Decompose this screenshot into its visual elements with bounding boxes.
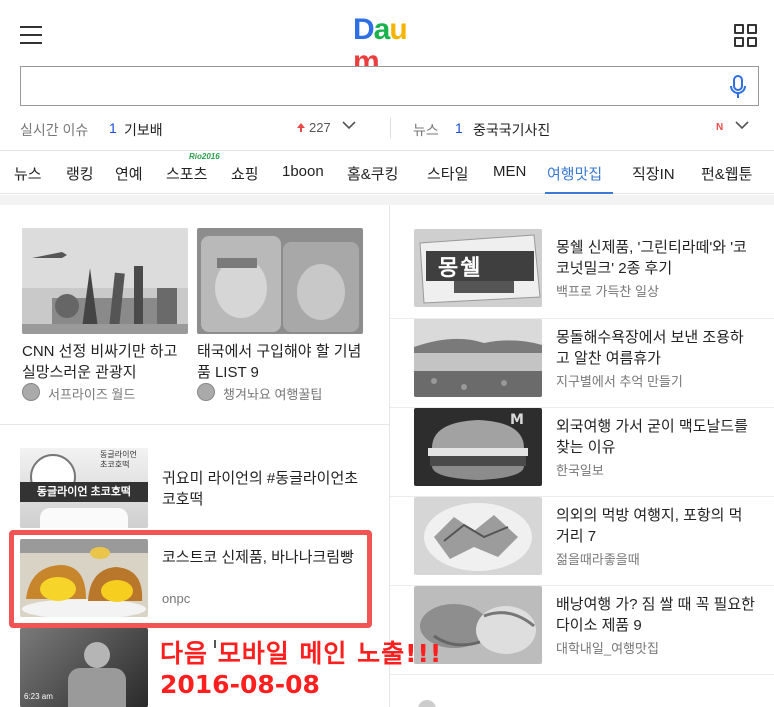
- article-title: 태국에서 구입해야 할 기념품 LIST 9: [197, 343, 362, 381]
- tab-fun-webtoon[interactable]: 펀&웹툰: [701, 163, 752, 184]
- tab-travel-food[interactable]: 여행맛집: [547, 163, 602, 184]
- realtime-keyword[interactable]: 기보배: [124, 120, 163, 140]
- article-source: 백프로 가득찬 일상: [556, 284, 659, 299]
- article-source: 젊을때라좋을때: [556, 552, 640, 567]
- article-title: 귀요미 라이언의 #동글라이언초코호떡: [162, 470, 359, 508]
- article-thumbnail: 동글라이언 초코호떡 동글라이언 초코호떡: [20, 448, 148, 528]
- article-source: 한국일보: [556, 463, 604, 478]
- thumb-text: 몽쉘: [438, 255, 483, 280]
- tab-men[interactable]: MEN: [493, 163, 526, 180]
- list-item[interactable]: 몽쉘 몽쉘 신제품, '그린티라떼'와 '코코넛밀크' 2종 후기 백프로 가득…: [390, 229, 774, 319]
- tab-1boon[interactable]: 1boon: [282, 163, 324, 180]
- microphone-icon[interactable]: [728, 75, 748, 99]
- section-separator: [0, 195, 774, 205]
- service-grid-icon[interactable]: [734, 24, 758, 48]
- tab-news[interactable]: 뉴스: [14, 163, 42, 184]
- article-title: 외국여행 가서 굳이 맥도날드를 찾는 이유: [556, 418, 748, 456]
- news-keyword[interactable]: 중국국기사진: [473, 120, 550, 140]
- list-item[interactable]: 6:23 am: [20, 628, 148, 707]
- avatar: [22, 383, 40, 401]
- right-column: 몽쉘 몽쉘 신제품, '그린티라떼'와 '코코넛밀크' 2종 후기 백프로 가득…: [390, 205, 774, 707]
- logo-letter-d: D: [353, 13, 375, 46]
- list-item[interactable]: 의외의 먹방 여행지, 포항의 먹거리 7 젊을때라좋을때: [390, 497, 774, 586]
- daum-logo[interactable]: Daum: [353, 13, 428, 78]
- chevron-down-icon[interactable]: [342, 118, 356, 132]
- article-source: 챙겨놔요 여행꿀팁: [223, 387, 323, 402]
- tab-home-cooking[interactable]: 홈&쿠킹: [347, 163, 398, 184]
- tab-shopping[interactable]: 쇼핑: [231, 163, 259, 184]
- avatar: [197, 383, 215, 401]
- article-title: 의외의 먹방 여행지, 포항의 먹거리 7: [556, 507, 743, 545]
- trend-divider: [390, 118, 391, 138]
- annotation-date: 2016-08-08: [160, 670, 320, 699]
- rank-up-arrow-icon: [297, 123, 305, 132]
- logo-letter-a: a: [373, 13, 391, 46]
- list-item[interactable]: 배낭여행 가? 짐 쌀 때 꼭 필요한 다이소 제품 9 대학내일_여행맛집: [390, 586, 774, 675]
- video-timestamp: 6:23 am: [24, 692, 53, 701]
- logo-letter-u: u: [389, 13, 407, 46]
- article-source: 서프라이즈 월드: [48, 387, 136, 402]
- article-thumbnail: [414, 319, 542, 397]
- tab-sports[interactable]: 스포츠: [166, 163, 207, 184]
- category-tabs: 뉴스 랭킹 연예 스포츠 쇼핑 1boon 홈&쿠킹 스타일 MEN 여행맛집 …: [0, 150, 774, 194]
- thumb-text: 동글라이언 초코호떡: [100, 450, 146, 470]
- news-rank: 1: [455, 120, 463, 136]
- article-card[interactable]: 태국에서 구입해야 할 기념품 LIST 9 챙겨놔요 여행꿀팁: [197, 228, 363, 408]
- chevron-down-icon[interactable]: [735, 118, 749, 132]
- article-thumbnail: 6:23 am: [20, 628, 148, 707]
- article-title: CNN 선정 비싸기만 하고 실망스러운 관광지: [22, 343, 178, 381]
- thumb-text-line: 동글라이언: [100, 450, 137, 459]
- article-source: 지구별에서 추억 만들기: [556, 374, 683, 389]
- highlight-box: [9, 530, 372, 628]
- thumb-banner: 동글라이언 초코호떡: [20, 482, 148, 502]
- tab-entertainment[interactable]: 연예: [115, 163, 143, 184]
- new-badge: N: [716, 122, 724, 133]
- article-source: 대학내일_여행맛집: [556, 641, 659, 656]
- list-item[interactable]: M 외국여행 가서 굳이 맥도날드를 찾는 이유 한국일보: [390, 408, 774, 497]
- left-section-divider: [0, 424, 389, 425]
- article-title: 몽돌해수욕장에서 보낸 조용하고 알찬 여름휴가: [556, 329, 744, 367]
- header: Daum: [0, 0, 774, 78]
- avatar: [418, 700, 436, 707]
- rio2016-badge: Rio2016: [189, 152, 220, 161]
- trending-bar: 실시간 이슈 1 기보배 227 뉴스 1 중국국기사진 N: [0, 112, 774, 144]
- tab-ranking[interactable]: 랭킹: [66, 163, 94, 184]
- hamburger-menu-icon[interactable]: [20, 26, 42, 44]
- tab-style[interactable]: 스타일: [427, 163, 468, 184]
- realtime-rank: 1: [109, 120, 117, 136]
- list-item[interactable]: 몽돌해수욕장에서 보낸 조용하고 알찬 여름휴가 지구별에서 추억 만들기: [390, 319, 774, 408]
- realtime-count: 227: [309, 120, 331, 135]
- article-thumbnail: M: [414, 408, 542, 486]
- article-thumbnail: [197, 228, 363, 334]
- article-thumbnail: [22, 228, 188, 334]
- realtime-label: 실시간 이슈: [20, 122, 89, 138]
- annotation-text: 다음 모바일 메인 노출!!!: [160, 639, 443, 668]
- list-item[interactable]: 동글라이언 초코호떡 동글라이언 초코호떡 귀요미 라이언의 #동글라이언초코호…: [20, 448, 370, 528]
- article-title: 배낭여행 가? 짐 쌀 때 꼭 필요한 다이소 제품 9: [556, 596, 755, 634]
- svg-text:M: M: [510, 412, 524, 428]
- active-tab-underline: [545, 192, 613, 194]
- search-box: [20, 66, 759, 106]
- tab-work[interactable]: 직장IN: [632, 163, 675, 184]
- article-card[interactable]: CNN 선정 비싸기만 하고 실망스러운 관광지 서프라이즈 월드: [22, 228, 188, 408]
- news-label: 뉴스: [413, 122, 439, 138]
- article-title: 몽쉘 신제품, '그린티라떼'와 '코코넛밀크' 2종 후기: [556, 239, 747, 277]
- search-input[interactable]: [29, 73, 709, 99]
- thumb-text-line: 초코호떡: [100, 460, 130, 469]
- article-thumbnail: [414, 497, 542, 575]
